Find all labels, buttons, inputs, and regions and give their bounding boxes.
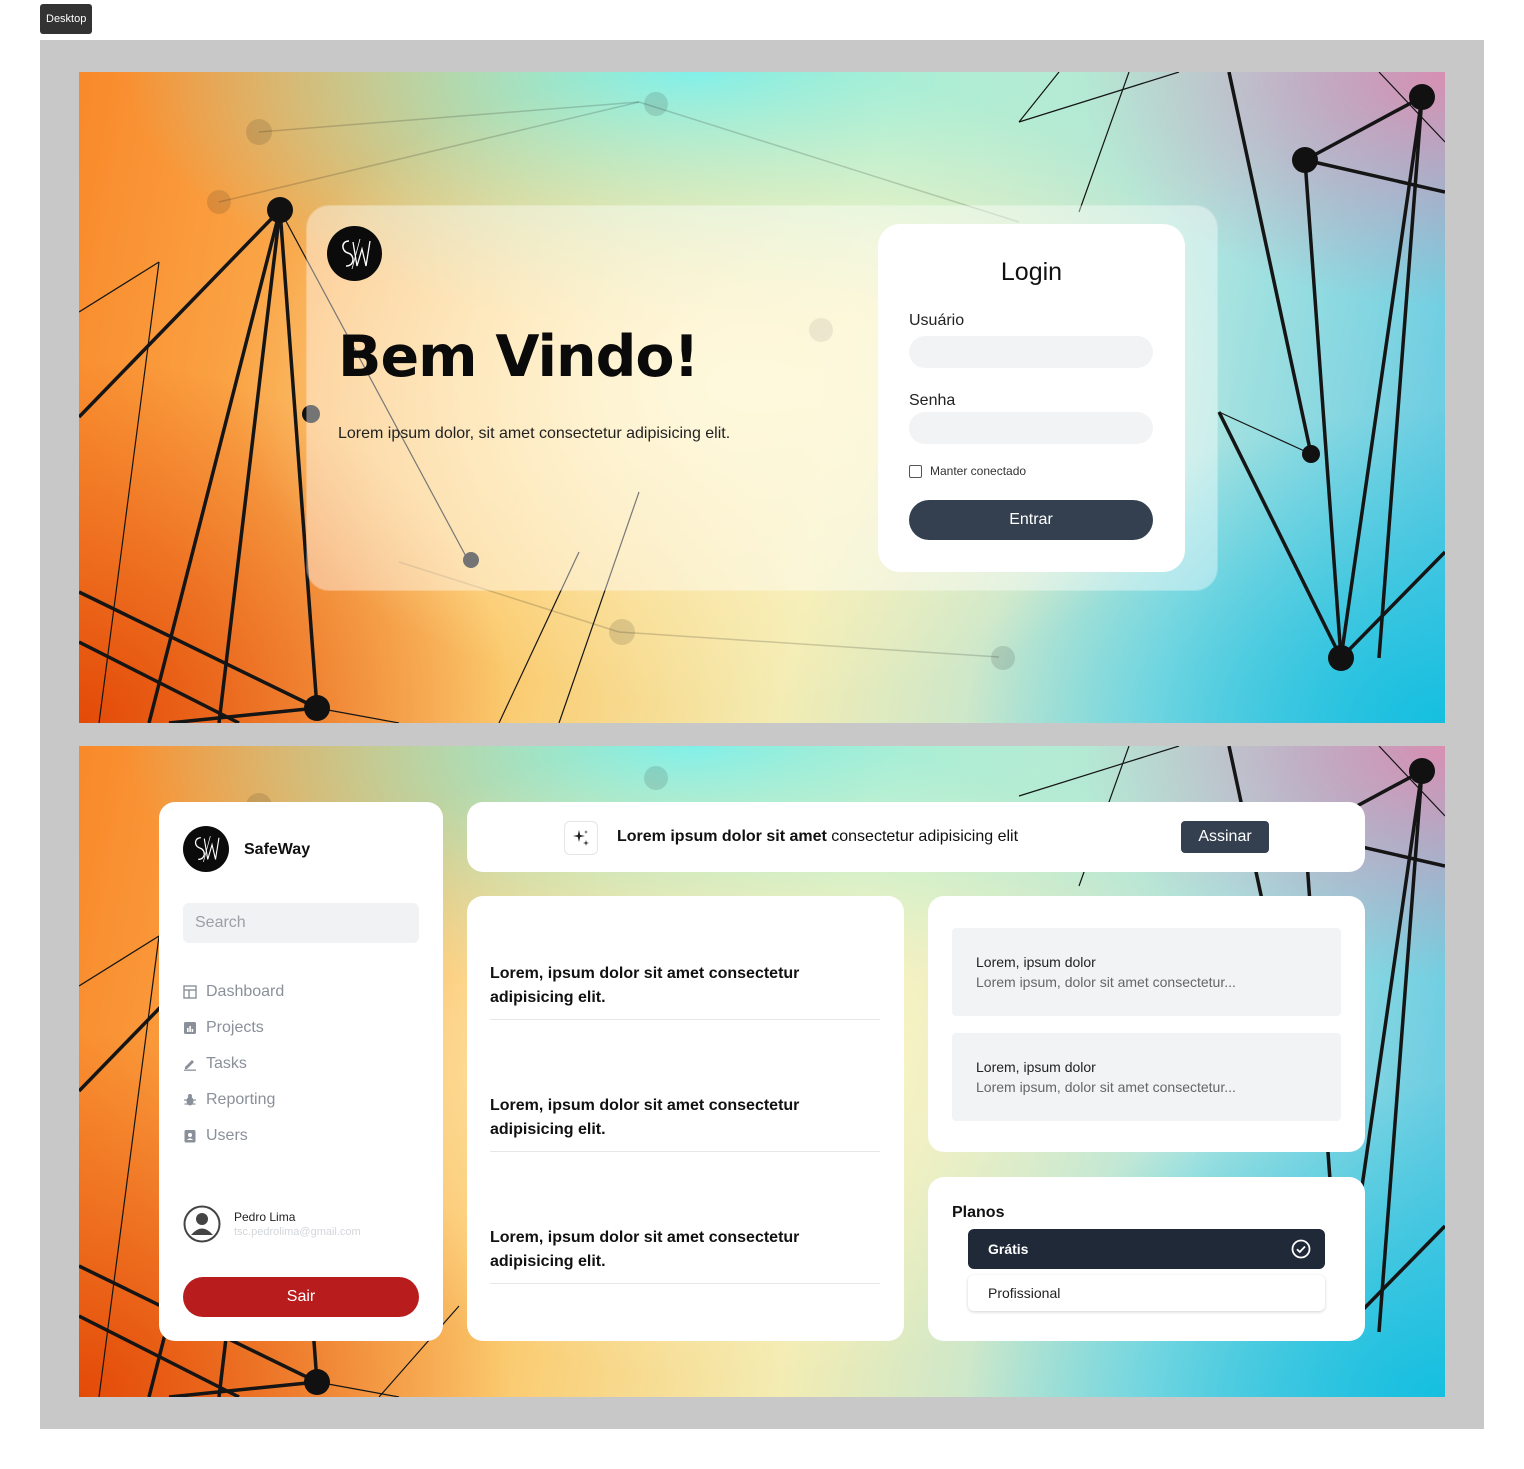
sidebar-item-label: Users [206, 1127, 248, 1144]
login-card: Login Usuário Senha Manter conectado Ent… [878, 224, 1185, 572]
banner-text: Lorem ipsum dolor sit amet consectetur a… [617, 828, 1018, 846]
sidebar-item-label: Tasks [206, 1055, 247, 1072]
message-title: Lorem, ipsum dolor [976, 954, 1096, 970]
login-button[interactable]: Entrar [909, 500, 1153, 540]
message-item[interactable]: Lorem, ipsum dolor Lorem ipsum, dolor si… [952, 1033, 1341, 1121]
check-circle-icon [1291, 1239, 1311, 1259]
feed-item[interactable]: Lorem, ipsum dolor sit amet consectetur … [490, 962, 880, 1020]
password-input[interactable] [909, 412, 1153, 444]
chart-icon [184, 1022, 196, 1034]
logout-button[interactable]: Sair [183, 1277, 419, 1317]
sidebar-item-tasks[interactable]: Tasks [183, 1046, 284, 1082]
user-profile[interactable]: Pedro Lima tsc.pedrolima@gmail.com [183, 1205, 361, 1243]
message-preview: Lorem ipsum, dolor sit amet consectetur.… [976, 974, 1236, 990]
feed-item[interactable]: Lorem, ipsum dolor sit amet consectetur … [490, 1226, 880, 1284]
sidebar-item-label: Dashboard [206, 983, 285, 1000]
banner-bold-text: Lorem ipsum dolor sit amet [617, 828, 827, 845]
plan-option-gratis[interactable]: Grátis [968, 1229, 1325, 1269]
user-email: tsc.pedrolima@gmail.com [234, 1226, 361, 1238]
sw-monogram-icon [194, 835, 220, 863]
feed-card: Lorem, ipsum dolor sit amet consectetur … [467, 896, 904, 1341]
sidebar-nav: Dashboard Projects Tasks Reporting Users [183, 974, 284, 1154]
sparkle-icon [564, 821, 598, 855]
plan-label: Grátis [988, 1241, 1029, 1257]
subscription-banner: Lorem ipsum dolor sit amet consectetur a… [467, 802, 1365, 872]
message-preview: Lorem ipsum, dolor sit amet consectetur.… [976, 1079, 1236, 1095]
remember-label: Manter conectado [930, 464, 1027, 478]
sw-monogram-icon [341, 238, 371, 269]
id-badge-icon [184, 1130, 196, 1143]
plans-card: Planos Grátis Profissional [928, 1177, 1365, 1341]
dashboard-screen: SafeWay Search Dashboard Projects Tasks … [79, 746, 1445, 1397]
sidebar-item-label: Projects [206, 1019, 264, 1036]
username-input[interactable] [909, 336, 1153, 368]
sidebar-item-reporting[interactable]: Reporting [183, 1082, 284, 1118]
feed-item[interactable]: Lorem, ipsum dolor sit amet consectetur … [490, 1094, 880, 1152]
banner-normal-text: consectetur adipisicing elit [826, 828, 1019, 845]
welcome-subtitle: Lorem ipsum dolor, sit amet consectetur … [338, 425, 731, 442]
pencil-icon [184, 1060, 196, 1071]
sidebar-item-label: Reporting [206, 1091, 276, 1108]
message-item[interactable]: Lorem, ipsum dolor Lorem ipsum, dolor si… [952, 928, 1341, 1016]
search-input[interactable]: Search [183, 903, 419, 943]
login-screen: Bem Vindo! Lorem ipsum dolor, sit amet c… [79, 72, 1445, 723]
safeway-logo [183, 826, 229, 872]
user-name: Pedro Lima [234, 1210, 296, 1224]
welcome-title: Bem Vindo! [338, 324, 700, 390]
password-label: Senha [909, 392, 956, 409]
plans-title: Planos [952, 1204, 1005, 1221]
sidebar-item-dashboard[interactable]: Dashboard [183, 974, 284, 1010]
safeway-logo [327, 226, 382, 281]
sidebar-item-projects[interactable]: Projects [183, 1010, 284, 1046]
plan-label: Profissional [988, 1285, 1061, 1301]
table-icon [183, 985, 197, 999]
device-label: Desktop [40, 4, 93, 34]
login-title: Login [1000, 258, 1063, 286]
sidebar-item-users[interactable]: Users [183, 1118, 284, 1154]
remember-me[interactable]: Manter conectado [909, 464, 1026, 478]
plan-option-profissional[interactable]: Profissional [968, 1275, 1325, 1311]
subscribe-button[interactable]: Assinar [1181, 821, 1269, 853]
messages-card: Lorem, ipsum dolor Lorem ipsum, dolor si… [928, 896, 1365, 1152]
username-label: Usuário [909, 312, 965, 329]
bug-icon [184, 1094, 196, 1106]
remember-checkbox[interactable] [909, 464, 922, 478]
brand-name: SafeWay [244, 841, 311, 858]
message-title: Lorem, ipsum dolor [976, 1059, 1096, 1075]
avatar [183, 1205, 221, 1243]
sidebar: SafeWay Search Dashboard Projects Tasks … [159, 802, 443, 1341]
